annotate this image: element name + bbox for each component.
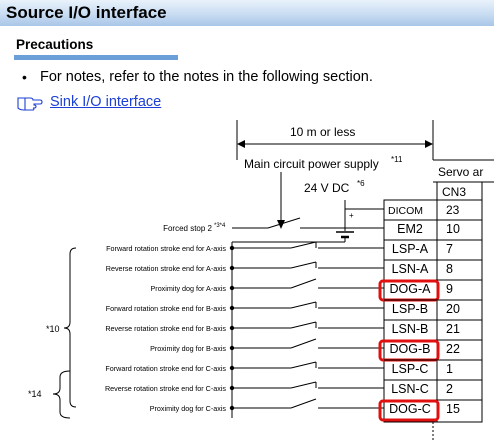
signal-rows: Forced stop 2 *3*4 EM2 10 Forward rotation s… bbox=[105, 217, 482, 422]
switch-contact bbox=[290, 278, 317, 289]
voltage-note: *6 bbox=[357, 179, 365, 188]
signal-name: DOG-B bbox=[390, 342, 431, 356]
pin-number: 10 bbox=[446, 222, 460, 236]
switch-contact bbox=[290, 381, 317, 389]
switch-contact bbox=[290, 338, 317, 349]
power-supply-note: *11 bbox=[391, 155, 403, 164]
signal-name: DOG-A bbox=[390, 282, 432, 296]
signal-name: LSN-A bbox=[392, 262, 429, 276]
signal-name: LSP-C bbox=[392, 362, 429, 376]
signal-name: LSP-B bbox=[392, 302, 428, 316]
signal-description: Proximity dog for A-axis bbox=[151, 284, 227, 293]
dicom-pin: 23 bbox=[446, 203, 460, 217]
servo-amp-label: Servo ar bbox=[438, 165, 483, 179]
pin-number: 22 bbox=[446, 342, 460, 356]
group-note-c: *14 bbox=[28, 389, 42, 399]
group-bracket-a bbox=[63, 247, 77, 408]
switch-contact bbox=[290, 301, 317, 309]
group-note-a: *10 bbox=[46, 324, 60, 334]
signal-name: LSN-B bbox=[392, 322, 429, 336]
signal-description: Forced stop 2 bbox=[163, 224, 212, 233]
signal-description: Forward rotation stroke end for C-axis bbox=[105, 364, 226, 373]
connector-label: CN3 bbox=[442, 185, 466, 199]
pin-number: 2 bbox=[446, 382, 453, 396]
signal-description: Proximity dog for C-axis bbox=[150, 404, 227, 413]
pin-number: 8 bbox=[446, 262, 453, 276]
signal-description: Reverse rotation stroke end for B-axis bbox=[105, 324, 226, 333]
switch-contact bbox=[290, 361, 317, 369]
signal-description: Proximity dog for B-axis bbox=[150, 344, 226, 353]
signal-name: EM2 bbox=[397, 222, 423, 236]
power-supply-label: Main circuit power supply bbox=[244, 157, 379, 171]
switch-contact bbox=[290, 321, 317, 329]
pin-number: 20 bbox=[446, 302, 460, 316]
battery-plus: + bbox=[349, 211, 354, 220]
switch-contact bbox=[290, 398, 317, 409]
dim-arrow-right bbox=[425, 140, 433, 148]
pin-number: 7 bbox=[446, 242, 453, 256]
pin-number: 9 bbox=[446, 282, 453, 296]
voltage-label: 24 V DC bbox=[304, 181, 350, 195]
signal-description: Forward rotation stroke end for A-axis bbox=[106, 244, 226, 253]
pin-number: 15 bbox=[446, 402, 460, 416]
group-bracket-c bbox=[52, 370, 71, 419]
signal-name: LSP-A bbox=[392, 242, 429, 256]
distance-label: 10 m or less bbox=[290, 125, 355, 139]
signal-description: Forward rotation stroke end for B-axis bbox=[106, 304, 227, 313]
switch-contact bbox=[267, 217, 301, 229]
dicom-signal: DICOM bbox=[388, 205, 423, 217]
switch-contact bbox=[290, 261, 317, 269]
signal-name: LSN-C bbox=[391, 382, 429, 396]
wiring-diagram: 10 m or less Main circuit power supply *… bbox=[28, 120, 494, 440]
signal-name: DOG-C bbox=[389, 402, 431, 416]
pin-number: 21 bbox=[446, 322, 460, 336]
signal-description: Reverse rotation stroke end for C-axis bbox=[105, 384, 226, 393]
pin-number: 1 bbox=[446, 362, 453, 376]
switch-contact bbox=[290, 241, 317, 249]
dim-arrow-left bbox=[237, 140, 245, 148]
signal-description-note: *3*4 bbox=[214, 223, 226, 229]
signal-description: Reverse rotation stroke end for A-axis bbox=[106, 264, 227, 273]
